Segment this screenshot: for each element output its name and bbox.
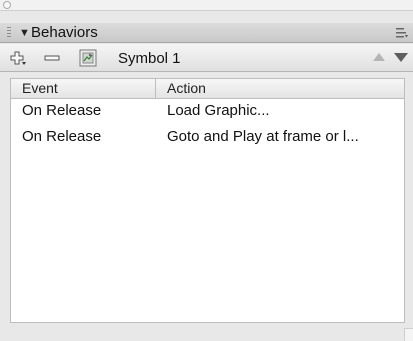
add-behavior-icon[interactable] [9,50,27,66]
panel-footer [0,323,413,341]
event-cell[interactable]: On Release [22,99,154,123]
column-header-event[interactable]: Event [11,79,156,98]
options-menu-icon[interactable] [395,27,409,39]
window-close-icon[interactable] [3,1,11,9]
behaviors-table: Event Action On Release Load Graphic... … [10,78,405,323]
move-up-icon[interactable] [373,53,385,61]
table-row[interactable]: On Release Load Graphic... [11,99,404,123]
panel-gripper-icon[interactable] [7,27,11,39]
event-cell[interactable]: On Release [22,125,154,149]
table-header: Event Action [11,79,404,99]
disclosure-triangle-icon[interactable]: ▼ [19,26,30,40]
panel-title: Behaviors [31,24,98,41]
move-down-icon[interactable] [394,53,408,62]
behaviors-window: ▼ Behaviors Symbol 1 Event Action On Rel… [0,0,413,341]
symbol-icon [79,49,97,67]
table-row[interactable]: On Release Goto and Play at frame or l..… [11,125,404,149]
behaviors-toolbar: Symbol 1 [0,44,413,72]
action-cell[interactable]: Load Graphic... [167,99,400,123]
panel-header[interactable]: ▼ Behaviors [0,23,413,43]
resize-handle-icon[interactable] [404,328,413,341]
remove-behavior-icon[interactable] [43,50,61,66]
column-header-action[interactable]: Action [156,79,404,98]
action-cell[interactable]: Goto and Play at frame or l... [167,125,400,149]
symbol-label: Symbol 1 [118,50,181,67]
window-titlebar [0,0,413,11]
